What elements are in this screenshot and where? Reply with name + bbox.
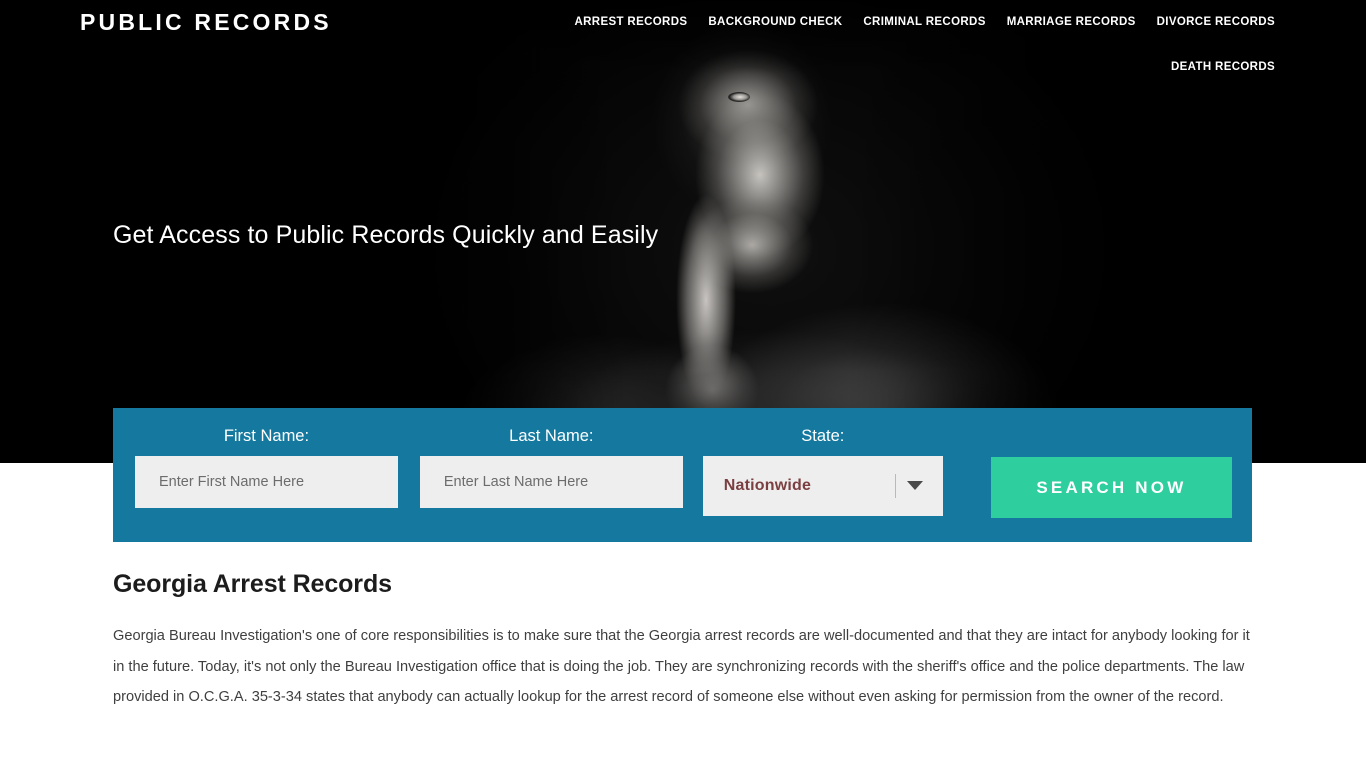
last-name-label: Last Name: — [509, 427, 594, 445]
hero-headline: Get Access to Public Records Quickly and… — [113, 221, 659, 249]
header-row: PUBLIC RECORDS ARREST RECORDS BACKGROUND… — [80, 0, 1275, 81]
state-select[interactable]: Nationwide — [702, 456, 943, 516]
state-selected-value: Nationwide — [723, 477, 812, 494]
article-section: Georgia Arrest Records Georgia Bureau In… — [0, 570, 1366, 713]
nav-item-death-records[interactable]: DEATH RECORDS — [1171, 53, 1275, 81]
last-name-field-group: Last Name: — [419, 426, 683, 508]
search-form-panel: First Name: Last Name: State: Nationwide… — [113, 408, 1252, 542]
main-navigation: ARREST RECORDS BACKGROUND CHECK CRIMINAL… — [505, 0, 1275, 81]
last-name-input[interactable] — [419, 456, 683, 508]
select-divider — [894, 474, 896, 498]
state-label: State: — [801, 427, 845, 445]
hero-section: PUBLIC RECORDS ARREST RECORDS BACKGROUND… — [0, 0, 1366, 463]
first-name-field-group: First Name: — [135, 426, 398, 508]
first-name-label: First Name: — [223, 427, 310, 445]
first-name-input[interactable] — [135, 456, 398, 508]
nav-line-break — [505, 36, 1275, 53]
nav-item-divorce-records[interactable]: DIVORCE RECORDS — [1157, 8, 1275, 36]
state-field-group: State: Nationwide — [702, 426, 943, 516]
chevron-down-icon — [906, 481, 923, 490]
site-header: PUBLIC RECORDS ARREST RECORDS BACKGROUND… — [0, 0, 1366, 81]
article-body: Georgia Bureau Investigation's one of co… — [113, 628, 1250, 705]
article-title: Georgia Arrest Records — [113, 570, 392, 598]
nav-item-arrest-records[interactable]: ARREST RECORDS — [575, 8, 688, 36]
search-now-button[interactable]: SEARCH NOW — [990, 457, 1232, 518]
site-logo[interactable]: PUBLIC RECORDS — [80, 0, 332, 45]
nav-item-background-check[interactable]: BACKGROUND CHECK — [708, 8, 842, 36]
nav-item-marriage-records[interactable]: MARRIAGE RECORDS — [1007, 8, 1136, 36]
nav-item-criminal-records[interactable]: CRIMINAL RECORDS — [863, 8, 985, 36]
